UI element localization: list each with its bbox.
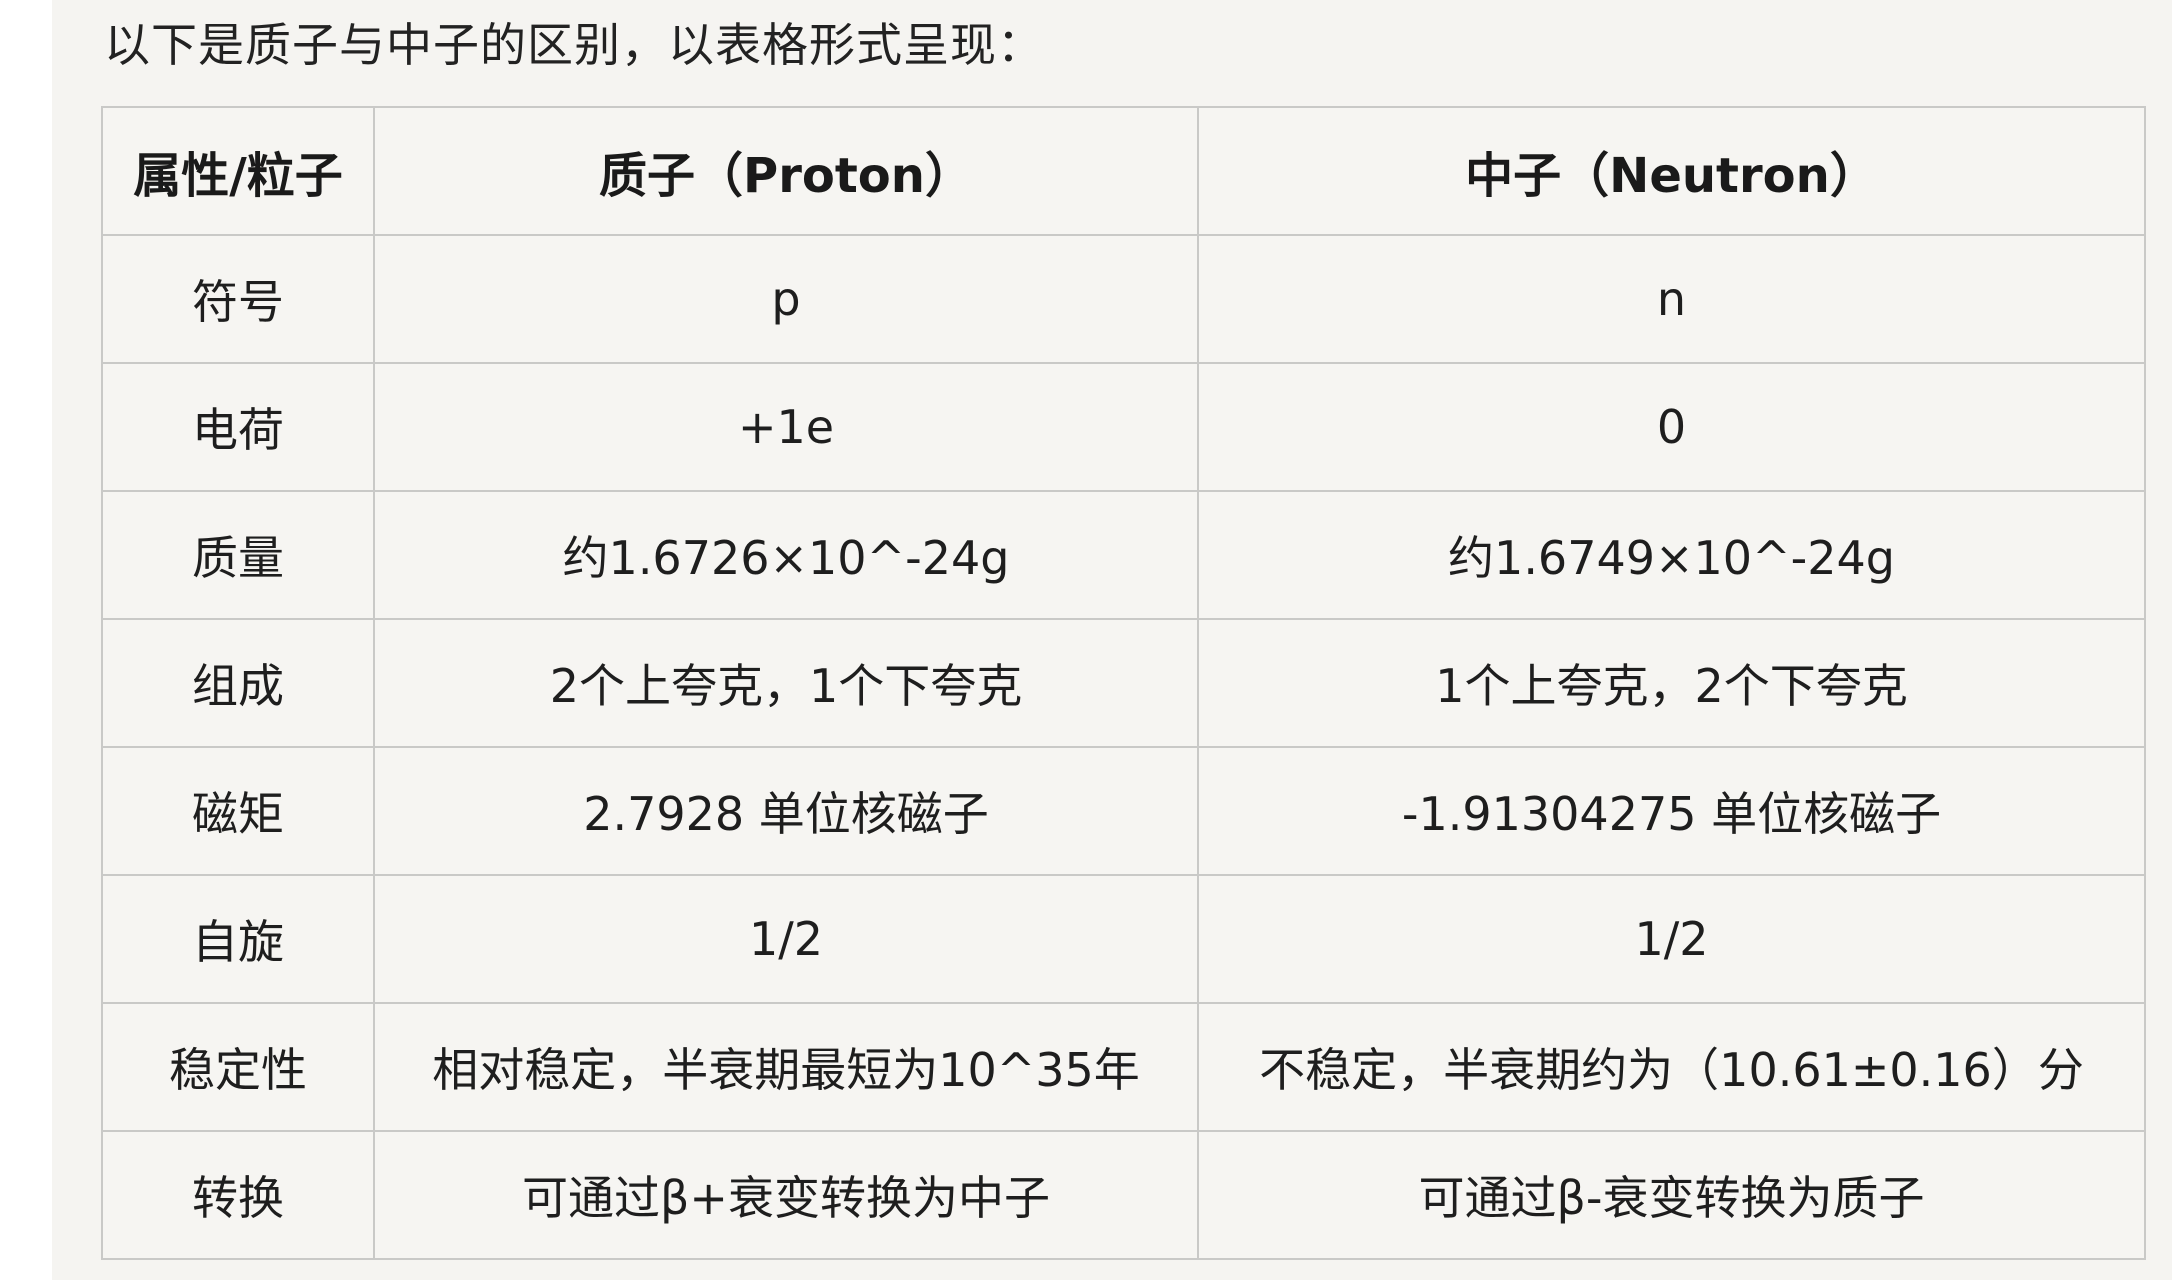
table-row: 转换 可通过β+衰变转换为中子 可通过β-衰变转换为质子 (101, 1130, 2146, 1260)
table-row: 自旋 1/2 1/2 (101, 874, 2146, 1004)
proton-cell: p (373, 234, 1199, 364)
neutron-cell: 0 (1197, 362, 2146, 492)
neutron-cell: 可通过β-衰变转换为质子 (1197, 1130, 2146, 1260)
proton-cell: 可通过β+衰变转换为中子 (373, 1130, 1199, 1260)
table-row: 质量 约1.6726×10^-24g 约1.6749×10^-24g (101, 490, 2146, 620)
table-row: 稳定性 相对稳定，半衰期最短为10^35年 不稳定，半衰期约为（10.61±0.… (101, 1002, 2146, 1132)
table-row: 组成 2个上夸克，1个下夸克 1个上夸克，2个下夸克 (101, 618, 2146, 748)
row-label: 磁矩 (101, 746, 375, 876)
neutron-cell: n (1197, 234, 2146, 364)
row-label: 质量 (101, 490, 375, 620)
proton-cell: 2.7928 单位核磁子 (373, 746, 1199, 876)
table-row: 符号 p n (101, 234, 2146, 364)
header-property: 属性/粒子 (101, 106, 375, 236)
neutron-cell: 1/2 (1197, 874, 2146, 1004)
header-neutron: 中子（Neutron） (1197, 106, 2146, 236)
proton-cell: 2个上夸克，1个下夸克 (373, 618, 1199, 748)
proton-cell: 相对稳定，半衰期最短为10^35年 (373, 1002, 1199, 1132)
neutron-cell: 不稳定，半衰期约为（10.61±0.16）分 (1197, 1002, 2146, 1132)
comparison-table: 属性/粒子 质子（Proton） 中子（Neutron） 符号 p n 电荷 +… (101, 106, 2146, 1260)
table-row: 电荷 +1e 0 (101, 362, 2146, 492)
row-label: 自旋 (101, 874, 375, 1004)
row-label: 组成 (101, 618, 375, 748)
row-label: 转换 (101, 1130, 375, 1260)
table-row: 磁矩 2.7928 单位核磁子 -1.91304275 单位核磁子 (101, 746, 2146, 876)
neutron-cell: -1.91304275 单位核磁子 (1197, 746, 2146, 876)
proton-cell: 1/2 (373, 874, 1199, 1004)
header-proton: 质子（Proton） (373, 106, 1199, 236)
neutron-cell: 1个上夸克，2个下夸克 (1197, 618, 2146, 748)
row-label: 稳定性 (101, 1002, 375, 1132)
neutron-cell: 约1.6749×10^-24g (1197, 490, 2146, 620)
intro-text: 以下是质子与中子的区别，以表格形式呈现： (104, 18, 1044, 72)
row-label: 符号 (101, 234, 375, 364)
proton-cell: 约1.6726×10^-24g (373, 490, 1199, 620)
row-label: 电荷 (101, 362, 375, 492)
proton-cell: +1e (373, 362, 1199, 492)
table-header-row: 属性/粒子 质子（Proton） 中子（Neutron） (101, 106, 2146, 236)
